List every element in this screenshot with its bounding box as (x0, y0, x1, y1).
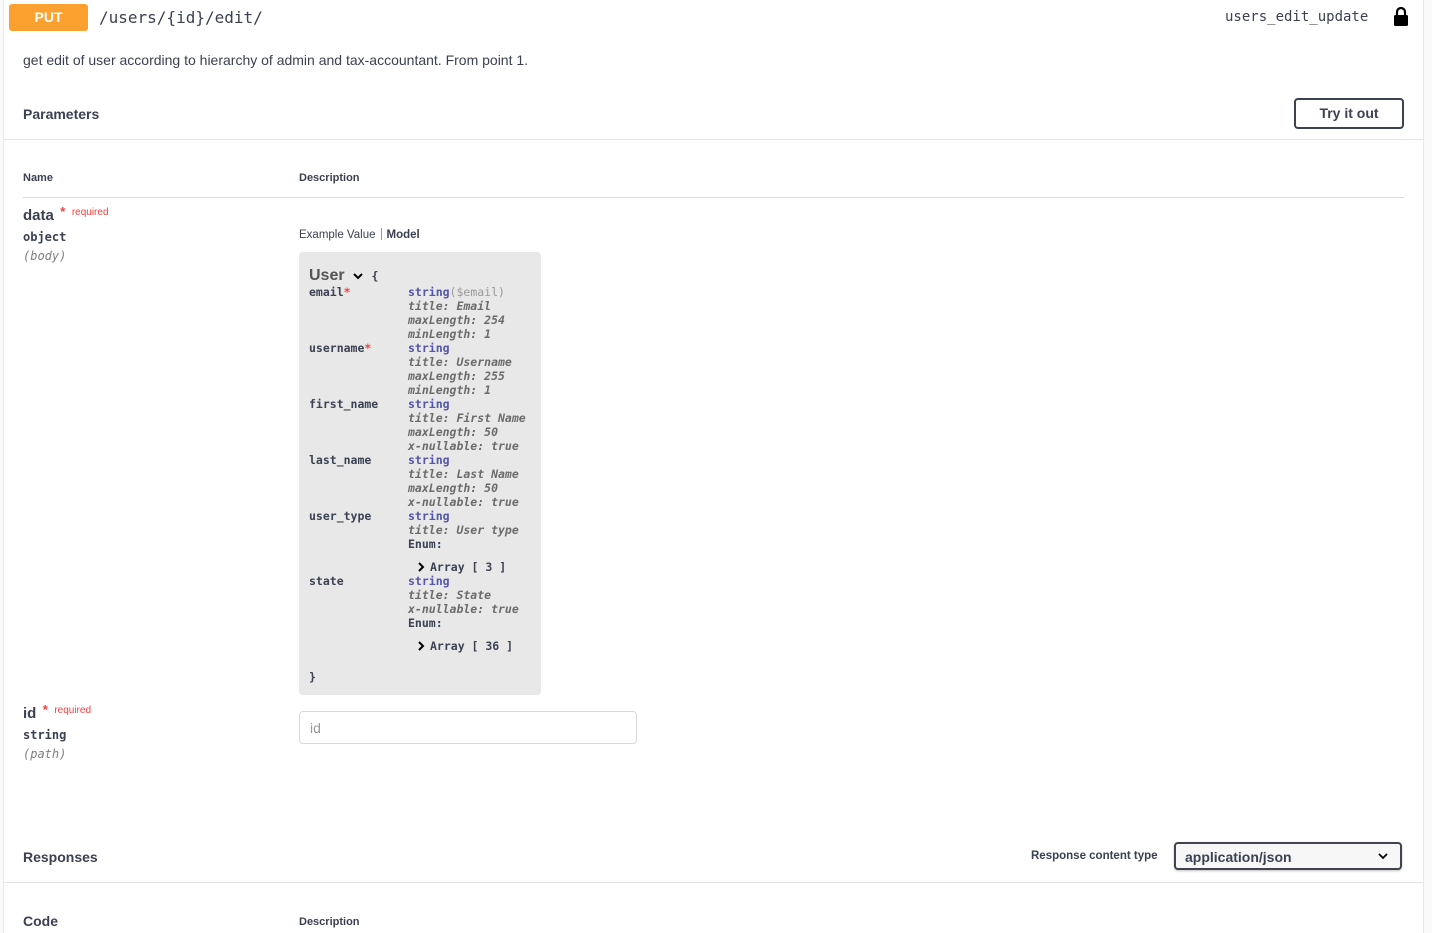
response-content-type-label: Response content type (1031, 850, 1158, 862)
table-divider (23, 197, 1404, 198)
column-name-header: Name (23, 172, 53, 184)
column-description-header: Description (299, 916, 360, 928)
prop-meta: maxLength: 50 (408, 425, 499, 439)
prop-meta: minLength: 1 (408, 383, 492, 397)
lock-icon[interactable] (1392, 6, 1410, 26)
required-star: * (60, 204, 66, 219)
chevron-down-icon[interactable] (352, 271, 364, 281)
parameters-heading: Parameters (23, 106, 100, 122)
required-label: required (71, 207, 109, 218)
try-it-out-button[interactable]: Try it out (1294, 98, 1404, 129)
param-id: id * required (23, 702, 92, 723)
tab-model[interactable]: Model (387, 229, 420, 241)
enum-array-toggle[interactable]: Array [ 3 ] (417, 560, 506, 574)
prop-user-type-details: string title: User type Enum: (408, 509, 519, 551)
operation-id: users_edit_update (1225, 9, 1369, 25)
close-brace: } (309, 670, 316, 684)
prop-meta: maxLength: 50 (408, 481, 499, 495)
prop-meta: maxLength: 254 (408, 313, 505, 327)
prop-first-name-details: string title: First Name maxLength: 50 x… (408, 397, 526, 453)
prop-type: string (408, 285, 450, 299)
prop-user-type: user_type (309, 509, 372, 523)
param-data: data * required (23, 204, 109, 225)
model-header[interactable]: User { (309, 267, 378, 285)
prop-format: ($email) (449, 285, 505, 299)
prop-username: username* (309, 341, 371, 355)
select-value: application/json (1185, 849, 1292, 865)
chevron-right-icon[interactable] (417, 641, 426, 651)
method-badge[interactable]: PUT (9, 4, 88, 31)
prop-name: email (309, 285, 344, 299)
prop-meta: title: First Name (408, 411, 526, 425)
chevron-down-icon (1378, 853, 1388, 860)
prop-first-name: first_name (309, 397, 379, 411)
chevron-right-icon[interactable] (417, 562, 426, 572)
open-brace: { (371, 269, 379, 283)
column-code-header: Code (23, 913, 58, 929)
prop-meta: x-nullable: true (408, 439, 519, 453)
divider (4, 139, 1423, 140)
prop-meta: title: State (408, 588, 492, 602)
prop-email: email* (309, 285, 351, 299)
responses-heading: Responses (23, 849, 98, 865)
prop-meta: x-nullable: true (408, 495, 519, 509)
required-star: * (364, 341, 372, 355)
prop-meta: x-nullable: true (408, 602, 519, 616)
prop-type: string (408, 509, 450, 523)
param-type: object (23, 230, 67, 244)
operation-summary: get edit of user according to hierarchy … (23, 52, 529, 68)
operation-path[interactable]: /users/{id}/edit/ (99, 8, 263, 27)
column-description-header: Description (299, 172, 360, 184)
enum-array-toggle[interactable]: Array [ 36 ] (417, 639, 513, 653)
prop-meta: title: Last Name (408, 467, 519, 481)
enum-array-label: Array [ 3 ] (430, 560, 507, 574)
divider (4, 882, 1423, 883)
required-label: required (54, 705, 92, 716)
prop-meta: maxLength: 255 (408, 369, 505, 383)
prop-state-details: string title: State x-nullable: true Enu… (408, 574, 519, 630)
prop-type: string (408, 341, 450, 355)
param-location: (body) (23, 249, 67, 263)
model-box: User { email* string($email) title: Emai… (299, 252, 541, 695)
prop-meta: title: Email (408, 299, 492, 313)
param-type: string (23, 728, 67, 742)
prop-name: username (309, 341, 365, 355)
required-star: * (42, 702, 48, 717)
example-model-tabs: Example Value Model (299, 228, 420, 241)
id-input[interactable] (299, 711, 637, 744)
enum-label: Enum: (408, 616, 443, 630)
param-name: id (23, 705, 37, 722)
prop-type: string (408, 397, 450, 411)
prop-meta: title: Username (408, 355, 512, 369)
operation-panel: PUT /users/{id}/edit/ users_edit_update … (3, 0, 1424, 933)
prop-last-name-details: string title: Last Name maxLength: 50 x-… (408, 453, 519, 509)
prop-last-name: last_name (309, 453, 372, 467)
tab-separator (380, 228, 382, 240)
prop-username-details: string title: Username maxLength: 255 mi… (408, 341, 512, 397)
prop-email-details: string($email) title: Email maxLength: 2… (408, 285, 505, 341)
param-location: (path) (23, 747, 67, 761)
prop-state: state (309, 574, 344, 588)
prop-type: string (408, 453, 450, 467)
model-name[interactable]: User (309, 267, 345, 284)
enum-label: Enum: (408, 537, 443, 551)
param-name: data (23, 207, 54, 224)
response-content-type-select[interactable]: application/json (1174, 842, 1402, 870)
prop-meta: minLength: 1 (408, 327, 492, 341)
enum-array-label: Array [ 36 ] (430, 639, 514, 653)
required-star: * (343, 285, 351, 299)
prop-meta: title: User type (408, 523, 519, 537)
tab-example-value[interactable]: Example Value (299, 229, 376, 241)
prop-type: string (408, 574, 450, 588)
